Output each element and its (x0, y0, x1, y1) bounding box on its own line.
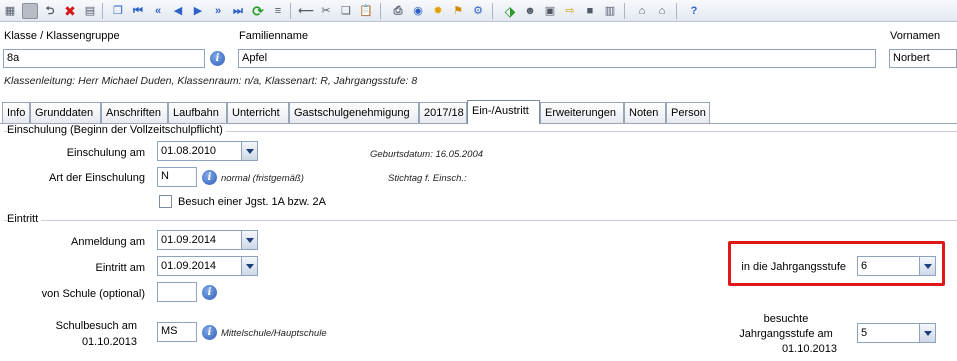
copy-icon[interactable]: ❏ (338, 3, 354, 19)
firstname-field[interactable]: Norbert (889, 49, 957, 68)
tab-2017-18[interactable]: 2017/18 (419, 102, 467, 123)
jahrgangsstufe-label: in die Jahrgangsstufe (741, 261, 846, 273)
grid-icon[interactable]: ▦ (2, 3, 18, 19)
next-page-icon[interactable]: » (210, 3, 226, 19)
eintritt-group-rule (4, 220, 957, 221)
jgst-1a-2a-checkbox[interactable] (159, 195, 172, 208)
previous-page-icon[interactable]: « (150, 3, 166, 19)
home-alt-icon[interactable]: ⌂ (654, 3, 670, 19)
broom-icon[interactable]: ⚑ (450, 3, 466, 19)
home-icon[interactable]: ⌂ (634, 3, 650, 19)
besuchte-label-line1: besuchte (763, 313, 809, 325)
help-icon[interactable]: ? (686, 3, 702, 19)
art-einschulung-label: Art der Einschulung (49, 172, 145, 184)
export-icon[interactable]: ⬗ (502, 3, 518, 19)
chevron-down-icon[interactable] (919, 257, 935, 275)
jahrgangsstufe-combo[interactable]: 6 (857, 256, 936, 276)
tab-noten[interactable]: Noten (624, 102, 666, 123)
copy-record-icon[interactable]: ❐ (110, 3, 126, 19)
anmeldung-date-combo[interactable]: 01.09.2014 (157, 230, 258, 250)
settings-icon[interactable]: ⚙ (470, 3, 486, 19)
eintritt-label: Eintritt am (95, 262, 145, 274)
person-card-icon[interactable]: ▥ (602, 3, 618, 19)
eintritt-date-combo[interactable]: 01.09.2014 (157, 256, 258, 276)
schulbesuch-field[interactable]: MS (157, 322, 197, 342)
next-record-icon[interactable]: ▶ (190, 3, 206, 19)
class-field[interactable]: 8a (3, 49, 205, 68)
schulbesuch-info-icon[interactable]: i (202, 325, 217, 340)
refresh-icon[interactable]: ⟳ (250, 3, 266, 19)
cut-marker-icon[interactable]: ⟵ (298, 3, 314, 19)
archive-icon[interactable]: ■ (582, 3, 598, 19)
class-info-icon[interactable]: i (210, 51, 225, 66)
undo-icon[interactable]: ⮌ (42, 3, 58, 19)
last-record-icon[interactable]: ⏭ (230, 3, 246, 19)
eintritt-group-title: Eintritt (7, 213, 42, 225)
besuchte-jgst-combo[interactable]: 5 (857, 323, 936, 343)
tab-grunddaten[interactable]: Grunddaten (30, 102, 101, 123)
idea-icon[interactable]: ✹ (430, 3, 446, 19)
delete-icon[interactable]: ✖ (62, 3, 78, 19)
tab-erweiterungen[interactable]: Erweiterungen (540, 102, 624, 123)
save-disabled-icon[interactable] (22, 3, 38, 19)
chevron-down-icon[interactable] (241, 231, 257, 249)
tab-gastschulgenehmigung[interactable]: Gastschulgenehmigung (289, 102, 419, 123)
tab-laufbahn[interactable]: Laufbahn (168, 102, 227, 123)
schulbesuch-label-line1: Schulbesuch am (55, 320, 137, 332)
besuchte-label-line3: 01.10.2013 (781, 343, 837, 355)
box-icon[interactable]: ⇨ (562, 3, 578, 19)
first-record-icon[interactable]: ⏮ (130, 3, 146, 19)
paste-icon[interactable]: 📋 (358, 3, 374, 19)
toolbar: ▦ ⮌ ✖ ▤ ❐ ⏮ « ◀ ▶ » ⏭ ⟳ ≡ ⟵ ✂ ❏ 📋 ⎙ ◉ ✹ … (0, 0, 957, 22)
von-schule-field[interactable] (157, 282, 197, 302)
tab-anschriften[interactable]: Anschriften (101, 102, 168, 123)
einschulung-group-title: Einschulung (Beginn der Vollzeitschulpfl… (7, 124, 226, 136)
tab-info[interactable]: Info (2, 102, 30, 123)
schulbesuch-note: Mittelschule/Hauptschule (221, 328, 327, 339)
class-status-line: Klassenleitung: Herr Michael Duden, Klas… (4, 75, 418, 87)
art-info-icon[interactable]: i (202, 170, 217, 185)
von-schule-info-icon[interactable]: i (202, 285, 217, 300)
chevron-down-icon[interactable] (241, 257, 257, 275)
chevron-down-icon[interactable] (919, 324, 935, 342)
birthdate-note: Geburtsdatum: 16.05.2004 (370, 149, 484, 160)
von-schule-label: von Schule (optional) (41, 288, 145, 300)
schulbesuch-label-line2: 01.10.2013 (81, 336, 137, 348)
list-icon[interactable]: ≡ (270, 3, 286, 19)
art-einschulung-field[interactable]: N (157, 167, 197, 187)
surname-label: Familienname (239, 30, 309, 42)
chevron-down-icon[interactable] (241, 142, 257, 160)
calendar-icon[interactable]: ▤ (82, 3, 98, 19)
einschulung-date-combo[interactable]: 01.08.2010 (157, 141, 258, 161)
stichtag-note: Stichtag f. Einsch.: (388, 173, 467, 184)
surname-field[interactable]: Apfel (238, 49, 876, 68)
scissors-icon[interactable]: ✂ (318, 3, 334, 19)
art-note: normal (fristgemäß) (221, 173, 304, 184)
class-label: Klasse / Klassengruppe (4, 30, 120, 42)
users-icon[interactable]: ☻ (522, 3, 538, 19)
transfer-icon[interactable]: ▣ (542, 3, 558, 19)
tab-unterricht[interactable]: Unterricht (227, 102, 289, 123)
preview-icon[interactable]: ◉ (410, 3, 426, 19)
tab-person[interactable]: Person (666, 102, 710, 123)
tab-ein-austritt[interactable]: Ein-/Austritt (467, 100, 540, 124)
print-icon[interactable]: ⎙ (390, 3, 406, 19)
anmeldung-label: Anmeldung am (71, 236, 145, 248)
previous-record-icon[interactable]: ◀ (170, 3, 186, 19)
firstname-label: Vornamen (890, 30, 941, 42)
besuchte-label-line2: Jahrgangsstufe am (739, 328, 833, 340)
jgst-1a-2a-label: Besuch einer Jgst. 1A bzw. 2A (178, 196, 326, 208)
einschulung-date-label: Einschulung am (66, 147, 145, 159)
